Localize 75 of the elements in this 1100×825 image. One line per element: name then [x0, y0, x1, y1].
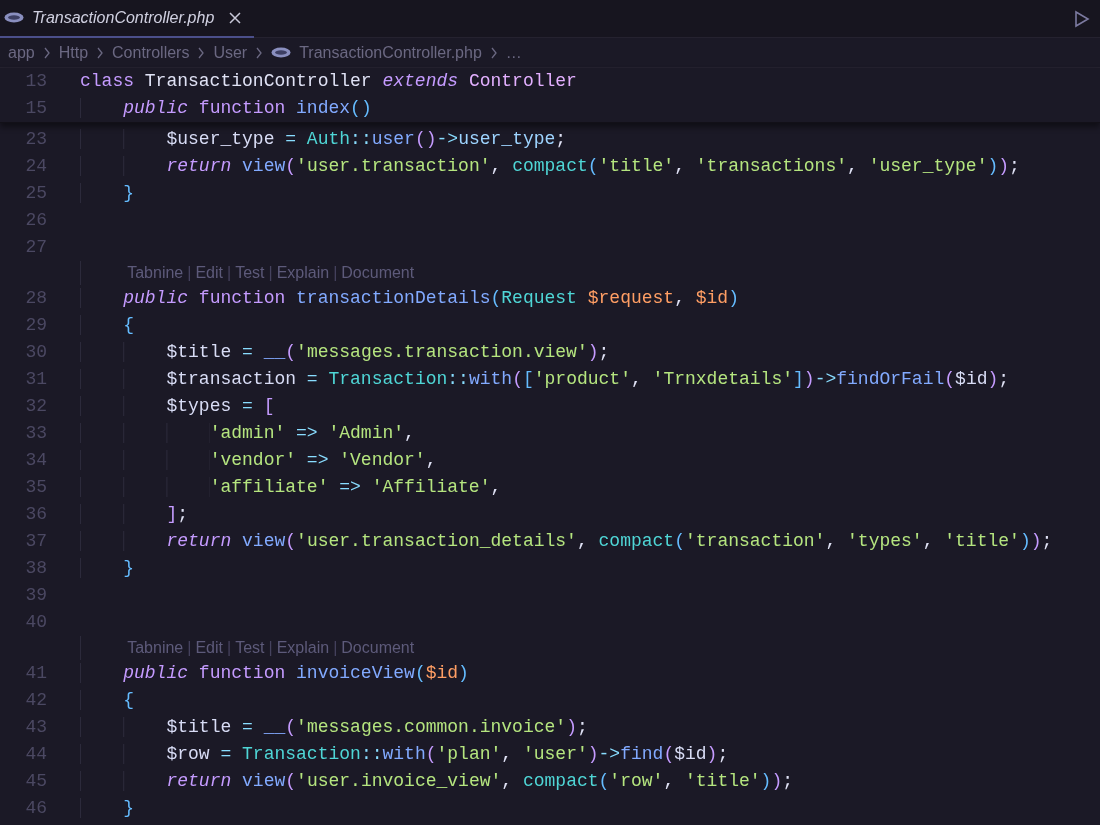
- line-number: 24: [24, 155, 47, 178]
- breadcrumb-item[interactable]: app: [8, 40, 35, 65]
- chevron-icon: [489, 46, 498, 59]
- codelens-link[interactable]: Edit: [195, 261, 223, 285]
- codelens-link[interactable]: Test: [235, 261, 265, 285]
- breadcrumb-item[interactable]: Http: [58, 40, 89, 65]
- code-line: return view('user.transaction_details', compact('transaction', 'types', 'title'));: [80, 528, 1053, 555]
- separator: |: [187, 638, 192, 658]
- line-number: 34: [24, 449, 47, 472]
- line-number: 23: [24, 128, 47, 151]
- line-number: 25: [24, 182, 47, 205]
- line-number: 13: [24, 70, 47, 93]
- line-number: 38: [24, 557, 47, 580]
- line-number: 28: [24, 287, 47, 310]
- codelens-link[interactable]: Document: [341, 261, 415, 285]
- run-icon[interactable]: [1074, 9, 1090, 28]
- code-line: $types = [: [80, 393, 275, 420]
- line-number: 32: [24, 395, 47, 418]
- chevron-icon: [42, 46, 51, 59]
- line-number: 15: [24, 97, 47, 120]
- code-line: public function transactionDetails(Request $request, $id): [80, 285, 739, 312]
- line-number: 44: [24, 743, 47, 766]
- line-number: 42: [24, 689, 47, 712]
- breadcrumb-item[interactable]: User: [213, 40, 248, 65]
- code-line: public function invoiceView($id): [80, 660, 469, 687]
- code-line: $user_type = Auth::user()->user_type;: [80, 126, 567, 153]
- code-line: return view('user.transaction', compact('title', 'transactions', 'user_type'));: [80, 153, 1020, 180]
- line-number: 33: [24, 422, 47, 445]
- separator: |: [333, 263, 338, 283]
- codelens-link[interactable]: Explain: [276, 636, 330, 660]
- close-icon[interactable]: [228, 10, 243, 25]
- php-file-icon: [271, 47, 292, 58]
- code-line: 'admin' => 'Admin',: [80, 420, 415, 447]
- php-file-icon: [4, 12, 24, 23]
- line-number: 30: [24, 341, 47, 364]
- line-number: 41: [24, 662, 47, 685]
- code-line: 'vendor' => 'Vendor',: [80, 447, 437, 474]
- line-number: 43: [24, 716, 47, 739]
- line-number: 46: [24, 797, 47, 820]
- separator: |: [227, 263, 232, 283]
- code-line: class TransactionController extends Controller: [80, 70, 577, 93]
- code-line: return view('user.invoice_view', compact('row', 'title'));: [80, 768, 794, 795]
- line-number: 35: [24, 476, 47, 499]
- separator: |: [187, 263, 192, 283]
- line-number: 27: [24, 236, 47, 259]
- chevron-icon: [255, 46, 264, 59]
- code-line: $title = __('messages.common.invoice');: [80, 714, 588, 741]
- codelens-link[interactable]: Test: [235, 636, 265, 660]
- codelens-link[interactable]: Explain: [276, 261, 330, 285]
- codelens-link[interactable]: Document: [341, 636, 415, 660]
- line-number: 36: [24, 503, 47, 526]
- code-line: $row = Transaction::with('plan', 'user')->find($id);: [80, 741, 729, 768]
- code-line: $transaction = Transaction::with(['product', 'Trnxdetails'])->findOrFail($id);: [80, 366, 1010, 393]
- line-number: 40: [24, 611, 47, 634]
- codelens-link[interactable]: Tabnine: [127, 261, 184, 285]
- line-number: 45: [24, 770, 47, 793]
- line-number: 26: [24, 209, 47, 232]
- breadcrumb-item[interactable]: TransactionController.php: [299, 40, 482, 65]
- codelens-link[interactable]: Edit: [195, 636, 223, 660]
- line-number: 29: [24, 314, 47, 337]
- code-line: 'affiliate' => 'Affiliate',: [80, 474, 502, 501]
- separator: |: [268, 638, 273, 658]
- separator: |: [333, 638, 338, 658]
- separator: |: [268, 263, 273, 283]
- line-number: 39: [24, 584, 47, 607]
- chevron-icon: [96, 46, 105, 59]
- chevron-icon: [197, 46, 206, 59]
- line-number: 37: [24, 530, 47, 553]
- separator: |: [227, 638, 232, 658]
- code-line: public function index(): [80, 95, 372, 122]
- code-line: $title = __('messages.transaction.view');: [80, 339, 610, 366]
- line-number: 31: [24, 368, 47, 391]
- breadcrumb-item[interactable]: …: [505, 40, 522, 65]
- breadcrumb-item[interactable]: Controllers: [112, 40, 190, 65]
- codelens-link[interactable]: Tabnine: [127, 636, 184, 660]
